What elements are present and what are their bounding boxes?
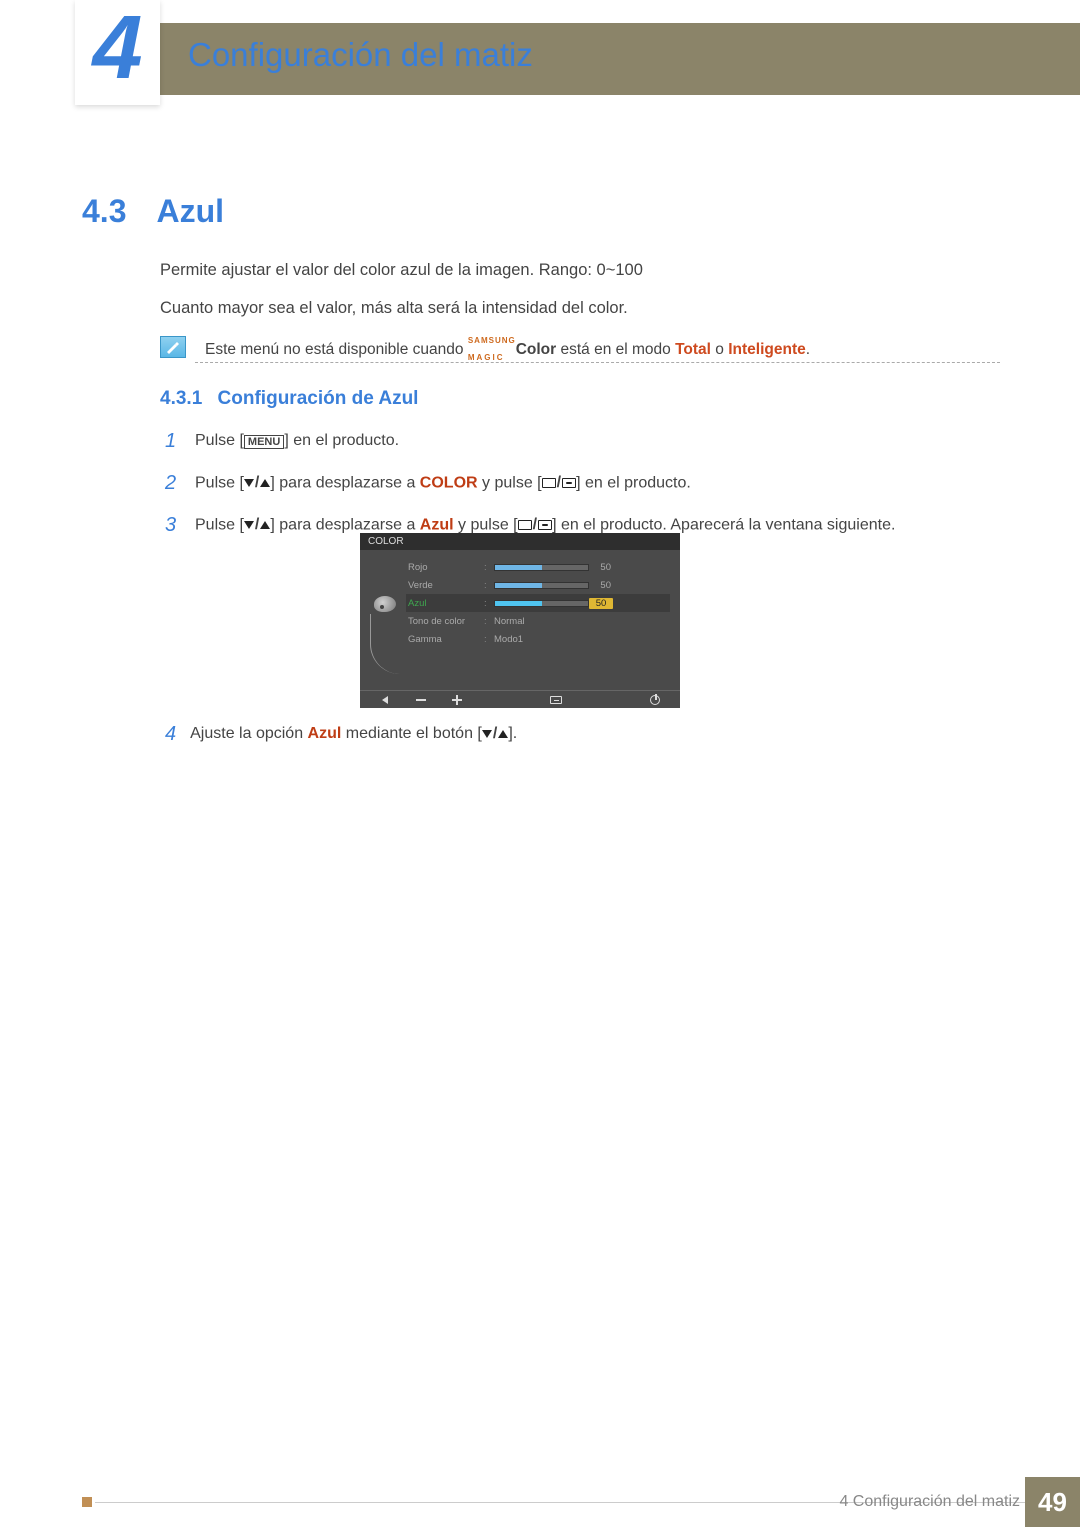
menu-button-label: MENU	[244, 435, 284, 449]
minus-icon	[414, 694, 428, 706]
subsection-title: Configuración de Azul	[218, 388, 419, 409]
footer-accent	[82, 1497, 92, 1507]
osd-title: COLOR	[360, 533, 680, 550]
osd-sidebar	[370, 558, 400, 680]
osd-bar	[494, 582, 589, 589]
osd-row: Gamma:Modo1	[406, 630, 670, 648]
osd-value: 50	[589, 580, 613, 591]
osd-rows: Rojo:50Verde:50Azul:50Tono de color:Norm…	[406, 558, 670, 680]
note-or: o	[711, 341, 728, 358]
note-text: Este menú no está disponible cuando SAMS…	[205, 338, 1000, 362]
osd-footer	[360, 690, 680, 708]
up-down-icon: /	[244, 472, 270, 494]
note-pencil-icon	[160, 336, 186, 358]
subsection-number: 4.3.1	[160, 388, 202, 409]
osd-row-label: Tono de color	[406, 616, 484, 627]
osd-value: 50	[589, 562, 613, 573]
enter-source-icon: /	[542, 472, 576, 494]
section-title: Azul	[156, 193, 224, 230]
osd-text-value: Normal	[494, 616, 613, 627]
step-2: 2 Pulse [/] para desplazarse a COLOR y p…	[165, 469, 1000, 497]
osd-text-value: Modo1	[494, 634, 613, 645]
step-number: 3	[165, 511, 181, 539]
azul-keyword: Azul	[420, 516, 454, 533]
page: 4 Configuración del matiz 4.3 Azul Permi…	[0, 0, 1080, 1527]
palette-icon	[374, 596, 396, 612]
color-keyword: COLOR	[420, 474, 478, 491]
osd-row-label: Gamma	[406, 634, 484, 645]
note-mode-inteligente: Inteligente	[728, 341, 806, 358]
step-1: 1 Pulse [MENU] en el producto.	[165, 427, 1000, 455]
step-number: 1	[165, 427, 181, 455]
magic-samsung: SAMSUNG	[468, 336, 516, 345]
up-down-icon: /	[244, 514, 270, 536]
osd-row: Verde:50	[406, 576, 670, 594]
step-2-text: Pulse [/] para desplazarse a COLOR y pul…	[195, 472, 691, 495]
osd-curve	[370, 614, 400, 674]
enter-icon	[549, 694, 563, 706]
step-number: 4	[165, 723, 176, 746]
osd-bar	[494, 600, 589, 607]
note-end: .	[806, 341, 810, 358]
note-divider	[195, 362, 1000, 363]
step-4-text: Ajuste la opción Azul mediante el botón …	[190, 725, 517, 743]
osd-bar	[494, 564, 589, 571]
paragraph-2: Cuanto mayor sea el valor, más alta será…	[160, 296, 1000, 321]
up-down-icon: /	[482, 725, 508, 743]
osd-row: Azul:50	[406, 594, 670, 612]
subsection-heading: 4.3.1 Configuración de Azul	[160, 388, 418, 410]
page-number: 49	[1025, 1477, 1080, 1527]
section-heading: 4.3 Azul	[82, 193, 224, 230]
azul-keyword: Azul	[308, 726, 342, 743]
magic-magic: MAGIC	[468, 353, 505, 362]
chapter-number: 4	[92, 3, 142, 93]
step-1-text: Pulse [MENU] en el producto.	[195, 430, 399, 452]
step-4: 4 Ajuste la opción Azul mediante el botó…	[165, 723, 1000, 746]
magic-color-suffix: Color	[516, 341, 556, 358]
chapter-title: Configuración del matiz	[188, 36, 533, 74]
osd-row: Tono de color:Normal	[406, 612, 670, 630]
footer-chapter-label: 4 Configuración del matiz	[839, 1493, 1020, 1511]
step-number: 2	[165, 469, 181, 497]
osd-row-label: Verde	[406, 580, 484, 591]
osd-row-label: Rojo	[406, 562, 484, 573]
osd-row-label: Azul	[406, 598, 484, 609]
note-mode-total: Total	[675, 341, 711, 358]
chapter-number-box: 4	[75, 0, 160, 105]
osd-row: Rojo:50	[406, 558, 670, 576]
back-icon	[378, 694, 392, 706]
note-mid: está en el modo	[556, 341, 675, 358]
osd-screenshot: COLOR Rojo:50Verde:50Azul:50Tono de colo…	[360, 533, 680, 708]
plus-icon	[450, 694, 464, 706]
power-icon	[648, 694, 662, 706]
note-prefix: Este menú no está disponible cuando	[205, 341, 468, 358]
page-footer: 4 Configuración del matiz 49	[0, 1477, 1080, 1527]
osd-body: Rojo:50Verde:50Azul:50Tono de color:Norm…	[360, 550, 680, 680]
paragraph-1: Permite ajustar el valor del color azul …	[160, 258, 1000, 283]
osd-value: 50	[589, 598, 613, 609]
section-number: 4.3	[82, 193, 126, 230]
